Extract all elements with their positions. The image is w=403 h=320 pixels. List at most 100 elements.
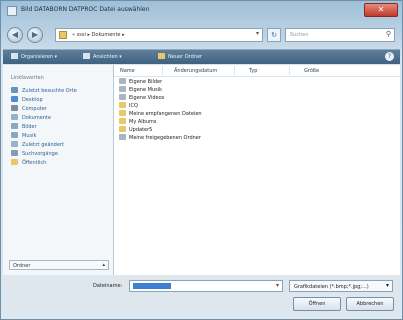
sidebar-item-recently-changed[interactable]: Zuletzt geändert [11,141,64,150]
organize-icon [11,53,18,59]
sidebar-item-label: Bilder [22,124,37,130]
title-bar: Bild DATABORN DATPROC Datei auswählen ✕ [1,1,402,23]
list-item[interactable]: Meine empfangenen Dateien [119,110,202,118]
filetype-select[interactable]: Grafikdateien (*.bmp;*.jpg;...) ▾ [289,280,393,292]
folder-icon [119,102,126,108]
sidebar-item-searches[interactable]: Suchvorgänge [11,150,58,159]
file-name: Eigene Musik [129,87,163,93]
file-name: Eigene Bilder [129,79,163,85]
sidebar-item-label: Computer [22,106,47,112]
forward-button[interactable]: ▶ [27,27,43,43]
command-toolbar: Organisieren ▾ Ansichten ▾ Neuer Ordner … [3,49,400,64]
sidebar-item-label: Dokumente [22,115,51,121]
documents-icon [11,114,18,120]
column-header-size[interactable]: Größe [304,68,319,74]
chevron-up-icon: ▴ [102,262,105,268]
chevron-down-icon: ▾ [385,282,389,289]
folder-icon [119,94,126,100]
address-path: « sssi ▸ Dokumente ▸ [72,32,125,38]
list-item[interactable]: Eigene Bilder [119,78,162,86]
open-button[interactable]: Öffnen [293,297,341,311]
new-folder-button[interactable]: Neuer Ordner [158,53,202,60]
views-menu[interactable]: Ansichten ▾ [83,53,122,60]
close-button[interactable]: ✕ [364,3,398,17]
sidebar-item-desktop[interactable]: Desktop [11,96,43,105]
sidebar-item-label: Musik [22,133,37,139]
new-folder-icon [158,53,165,59]
filename-selection [133,283,171,289]
column-divider [162,66,163,75]
list-item[interactable]: Eigene Videos [119,94,164,102]
sidebar-item-documents[interactable]: Dokumente [11,114,51,123]
views-icon [83,53,90,59]
search-placeholder: Suchen [290,32,309,38]
sidebar-item-label: Zuletzt geändert [22,142,64,148]
file-name: Updater5 [129,127,153,133]
column-headers: Name Änderungsdatum Typ Größe [114,65,400,77]
list-item[interactable]: My Albums [119,118,157,126]
refresh-button[interactable]: ↻ [267,28,281,42]
refresh-icon: ↻ [271,31,277,39]
folder-icon [119,86,126,92]
searches-icon [11,150,18,156]
sidebar-item-computer[interactable]: Computer [11,105,47,114]
folder-icon [119,118,126,124]
sidebar-item-label: Öffentlich [22,160,47,166]
sidebar-item-public[interactable]: Öffentlich [11,159,46,168]
file-name: Meine empfangenen Dateien [129,111,202,117]
list-item[interactable]: Eigene Musik [119,86,162,94]
filetype-value: Grafikdateien (*.bmp;*.jpg;...) [294,284,369,290]
favorites-heading: Linkfavoriten [11,75,44,81]
column-divider [234,66,235,75]
back-button[interactable]: ◀ [7,27,23,43]
filename-label: Dateiname: [93,283,123,289]
address-bar[interactable]: « sssi ▸ Dokumente ▸ ▾ [55,28,263,42]
column-header-modified[interactable]: Änderungsdatum [174,68,217,74]
desktop-icon [11,96,18,102]
recently-changed-icon [11,141,18,147]
file-name: My Albums [129,119,157,125]
views-label: Ansichten ▾ [93,54,122,60]
column-header-type[interactable]: Typ [249,68,257,74]
new-folder-label: Neuer Ordner [168,54,203,60]
cancel-button[interactable]: Abbrechen [346,297,394,311]
list-item[interactable]: Updater5 [119,126,152,134]
sidebar-item-recent[interactable]: Zuletzt besuchte Orte [11,87,77,96]
pictures-icon [11,123,18,129]
column-header-name[interactable]: Name [120,68,135,74]
organize-menu[interactable]: Organisieren ▾ [11,53,57,60]
search-input[interactable]: Suchen ⚲ [285,28,395,42]
folder-icon [119,78,126,84]
app-icon [7,6,17,16]
window-title: Bild DATABORN DATPROC Datei auswählen [21,6,150,13]
folders-toggle[interactable]: Ordner ▴ [9,260,109,270]
file-name: Eigene Videos [129,95,165,101]
sidebar-item-music[interactable]: Musik [11,132,36,141]
column-divider [289,66,290,75]
file-open-dialog: Bild DATABORN DATPROC Datei auswählen ✕ … [0,0,403,320]
recent-places-icon [11,87,18,93]
navigation-bar: ◀ ▶ « sssi ▸ Dokumente ▸ ▾ ↻ Suchen ⚲ [5,25,398,47]
music-icon [11,132,18,138]
filename-input[interactable]: ▾ [129,280,283,292]
search-icon: ⚲ [385,30,391,38]
public-folder-icon [11,159,18,165]
computer-icon [11,105,18,111]
sidebar-item-label: Desktop [22,97,43,103]
organize-label: Organisieren ▾ [21,54,58,60]
file-list: Name Änderungsdatum Typ Größe Eigene Bil… [114,65,400,275]
folders-label: Ordner [13,263,31,269]
chevron-down-icon[interactable]: ▾ [256,30,259,37]
chevron-down-icon[interactable]: ▾ [276,282,279,289]
sidebar-item-pictures[interactable]: Bilder [11,123,37,132]
help-button[interactable]: ? [385,52,394,61]
list-item[interactable]: Meine freigegebenen Ordner [119,134,201,142]
folder-icon [119,126,126,132]
file-name: Meine freigegebenen Ordner [129,135,201,141]
sidebar-item-label: Suchvorgänge [22,151,58,157]
list-item[interactable]: ICQ [119,102,138,110]
folder-icon [119,110,126,116]
file-name: ICQ [129,103,138,109]
sidebar-item-label: Zuletzt besuchte Orte [22,88,77,94]
dialog-footer: Dateiname: ▾ Grafikdateien (*.bmp;*.jpg;… [3,277,400,319]
